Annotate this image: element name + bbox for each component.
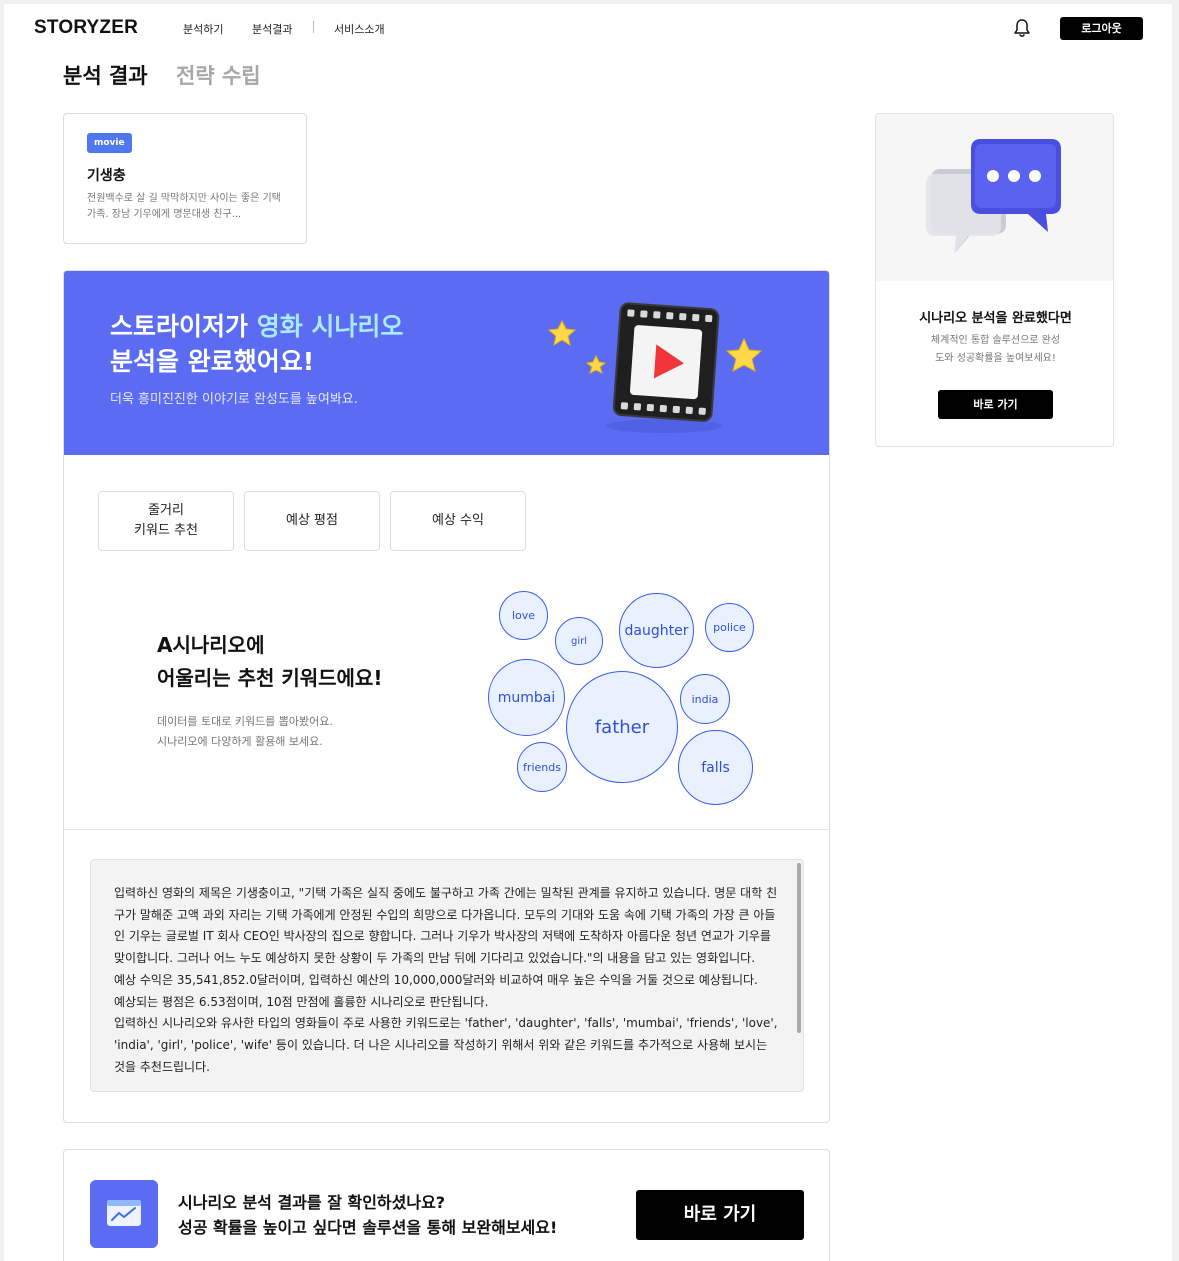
keyword-bubble[interactable]: love xyxy=(499,591,548,640)
banner-subtitle: 더욱 흥미진진한 이야기로 완성도를 높여봐요. xyxy=(110,392,358,407)
side-desc-line2: 도와 성공확률을 높여보세요! xyxy=(935,353,1056,364)
tab-keyword-recommend[interactable]: 줄거리 키워드 추천 xyxy=(98,491,234,551)
result-banner: 스토라이저가 영화 시나리오 분석을 완료했어요! 더욱 흥미진진한 이야기로 … xyxy=(64,271,829,455)
keyword-bubble[interactable]: father xyxy=(566,671,678,783)
banner-title-line2: 분석을 완료했어요! xyxy=(110,347,315,376)
solution-cta-line2: 성공 확률을 높이고 싶다면 솔루션을 통해 보완해보세요! xyxy=(178,1218,558,1237)
tab-analysis-result[interactable]: 분석 결과 xyxy=(63,60,148,90)
movie-title: 기생충 xyxy=(87,168,126,184)
keyword-bubble[interactable]: mumbai xyxy=(488,659,565,736)
analysis-card: 스토라이저가 영화 시나리오 분석을 완료했어요! 더욱 흥미진진한 이야기로 … xyxy=(63,270,830,1123)
keyword-bubble[interactable]: daughter xyxy=(619,593,694,668)
side-promo-image-area xyxy=(876,114,1113,281)
star-icon xyxy=(547,319,577,347)
section-divider xyxy=(64,829,829,830)
banner-title: 스토라이저가 영화 시나리오 분석을 완료했어요! xyxy=(110,309,403,379)
analysis-summary-text: 입력하신 영화의 제목은 기생충이고, "기택 가족은 실직 중에도 불구하고 … xyxy=(114,883,779,1078)
page: STORYZER 분석하기 분석결과 서비스소개 로그아웃 분석 결과 전략 수… xyxy=(4,4,1172,1261)
top-header: STORYZER 분석하기 분석결과 서비스소개 로그아웃 xyxy=(4,4,1172,54)
star-icon xyxy=(725,337,763,372)
tab-revenue-label: 예상 수익 xyxy=(432,513,484,528)
keyword-bubble[interactable]: friends xyxy=(517,742,567,792)
side-promo-card: 시나리오 분석을 완료했다면 체계적인 통합 솔루션으로 완성 도와 성공확률을… xyxy=(875,113,1114,447)
nav-divider xyxy=(313,21,314,33)
keyword-bubble[interactable]: girl xyxy=(555,617,603,665)
side-go-button[interactable]: 바로 가기 xyxy=(938,390,1053,419)
movie-type-badge: movie xyxy=(87,133,132,153)
keyword-bubble[interactable]: falls xyxy=(678,730,753,805)
side-promo-description: 체계적인 통합 솔루션으로 완성 도와 성공확률을 높여보세요! xyxy=(906,332,1085,368)
logo[interactable]: STORYZER xyxy=(34,17,138,39)
nav-about[interactable]: 서비스소개 xyxy=(334,21,385,37)
keyword-desc-line2: 시나리오에 다양하게 활용해 보세요. xyxy=(157,735,323,748)
keyword-heading-line1: A시나리오에 xyxy=(157,633,265,657)
logout-button[interactable]: 로그아웃 xyxy=(1060,17,1143,40)
banner-title-prefix: 스토라이저가 xyxy=(110,312,257,341)
film-play-illustration xyxy=(547,302,763,433)
solution-cta-card: 시나리오 분석 결과를 잘 확인하셨나요? 성공 확률을 높이고 싶다면 솔루션… xyxy=(63,1149,830,1261)
tab-expected-rating[interactable]: 예상 평점 xyxy=(244,491,380,551)
scrollbar[interactable] xyxy=(797,863,801,1033)
analysis-paragraph: 예상되는 평점은 6.53점이며, 10점 만점에 훌륭한 시나리오로 판단됩니… xyxy=(114,994,489,1009)
chat-bubbles-icon xyxy=(926,139,1061,254)
tab-rating-label: 예상 평점 xyxy=(286,513,338,528)
nav-results[interactable]: 분석결과 xyxy=(252,21,292,37)
keyword-desc-line1: 데이터를 토대로 키워드를 뽑아봤어요. xyxy=(157,715,333,728)
tab-keyword-line2: 키워드 추천 xyxy=(134,523,198,538)
analysis-summary-box[interactable]: 입력하신 영화의 제목은 기생충이고, "기택 가족은 실직 중에도 불구하고 … xyxy=(90,859,804,1092)
movie-card[interactable]: movie 기생충 전원백수로 살 길 막막하지만 사이는 좋은 기택 가족. … xyxy=(63,113,307,244)
analysis-paragraph: 입력하신 영화의 제목은 기생충이고, "기택 가족은 실직 중에도 불구하고 … xyxy=(114,886,778,966)
solution-cta-text: 시나리오 분석 결과를 잘 확인하셨나요? 성공 확률을 높이고 싶다면 솔루션… xyxy=(178,1190,557,1240)
tab-expected-revenue[interactable]: 예상 수익 xyxy=(390,491,526,551)
keyword-heading-line2: 어울리는 추천 키워드에요! xyxy=(157,666,383,690)
keyword-description: 데이터를 토대로 키워드를 뽑아봤어요. 시나리오에 다양하게 활용해 보세요. xyxy=(157,712,333,752)
keyword-heading: A시나리오에 어울리는 추천 키워드에요! xyxy=(157,629,382,695)
solution-cta-line1: 시나리오 분석 결과를 잘 확인하셨나요? xyxy=(178,1193,446,1212)
side-desc-line1: 체계적인 통합 솔루션으로 완성 xyxy=(930,335,1061,346)
tab-strategy[interactable]: 전략 수립 xyxy=(176,60,261,90)
side-promo-title: 시나리오 분석을 완료했다면 xyxy=(919,311,1072,326)
keyword-bubble[interactable]: india xyxy=(680,674,730,724)
analysis-paragraph: 입력하신 시나리오와 유사한 타입의 영화들이 주로 사용한 키워드로는 'fa… xyxy=(114,1016,778,1074)
keyword-bubble-cloud: love girl daughter police mumbai father … xyxy=(484,586,784,816)
movie-description: 전원백수로 살 길 막막하지만 사이는 좋은 기택 가족. 장남 기우에게 명문… xyxy=(87,193,281,220)
star-icon xyxy=(585,354,607,374)
go-solution-button[interactable]: 바로 가기 xyxy=(636,1190,804,1240)
bell-icon[interactable] xyxy=(1012,17,1032,39)
analysis-paragraph: 예상 수익은 35,541,852.0달러이며, 입력하신 예산의 10,000… xyxy=(114,972,758,987)
banner-title-highlight: 영화 시나리오 xyxy=(256,312,404,341)
tab-keyword-line1: 줄거리 xyxy=(148,503,184,518)
nav-analyze[interactable]: 분석하기 xyxy=(183,21,223,37)
chart-window-icon xyxy=(90,1180,158,1248)
keyword-bubble[interactable]: police xyxy=(705,603,754,652)
